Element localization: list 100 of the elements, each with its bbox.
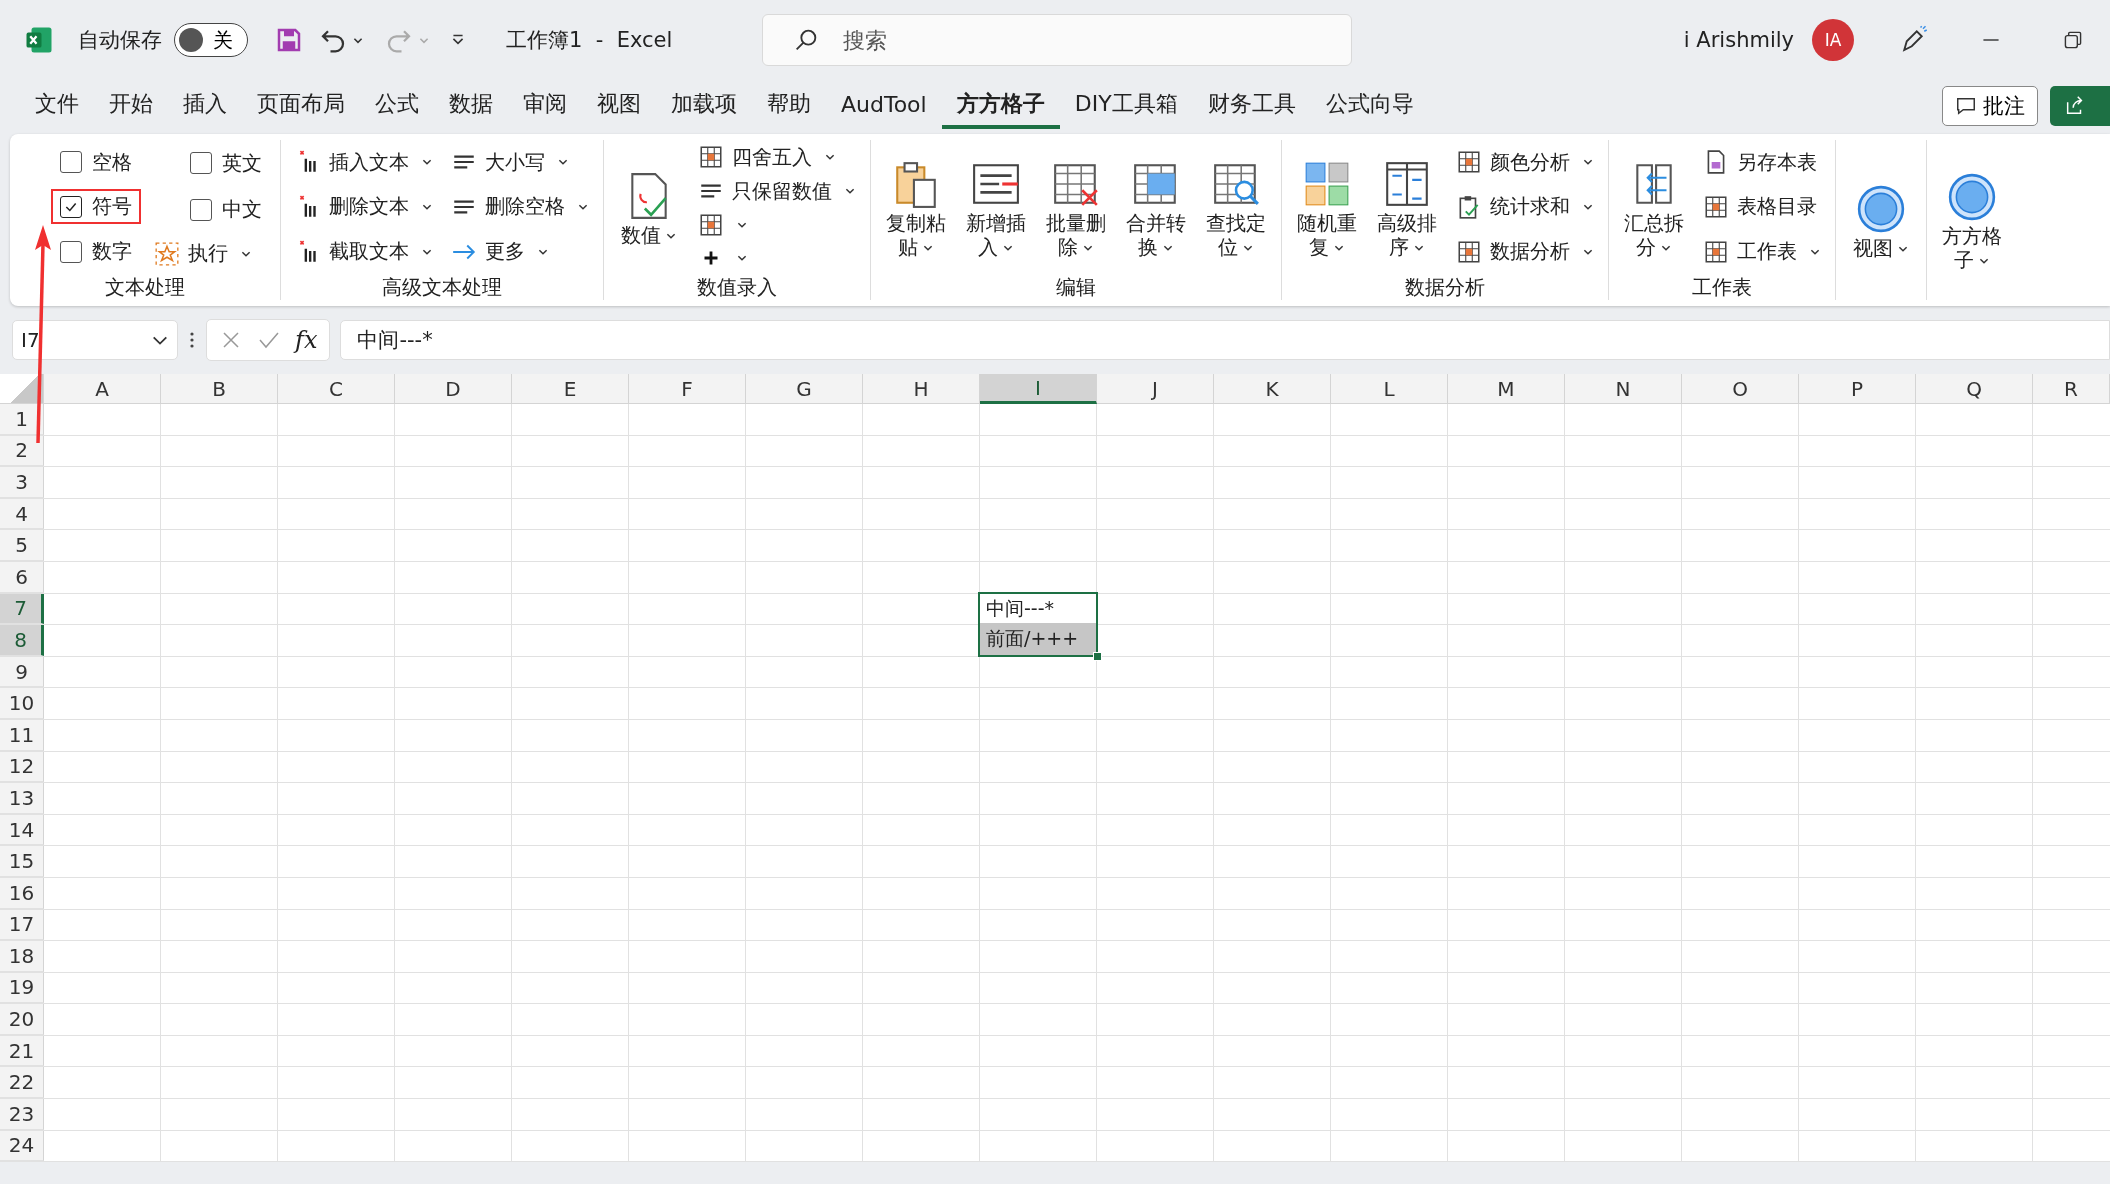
column-header[interactable]: O — [1682, 374, 1799, 404]
ribbon-tab[interactable]: 公式 — [360, 83, 434, 129]
column-header[interactable]: P — [1799, 374, 1916, 404]
ribbon-button[interactable]: 新增插入 — [961, 155, 1031, 259]
ribbon-button[interactable]: 复制粘贴 — [881, 155, 951, 259]
column-header[interactable]: K — [1214, 374, 1331, 404]
column-header[interactable]: R — [2033, 374, 2110, 404]
ribbon-button[interactable]: 表格目录 — [1699, 193, 1821, 221]
ribbon-button[interactable]: 随机重复 — [1292, 155, 1362, 259]
row-header[interactable]: 13 — [0, 783, 44, 814]
ribbon-button[interactable]: 插入文本 — [291, 148, 437, 176]
ribbon-button[interactable]: 工作表 — [1699, 238, 1825, 266]
row-header[interactable]: 20 — [0, 1004, 44, 1035]
row-header[interactable]: 14 — [0, 814, 44, 846]
checkbox[interactable]: 数字 — [52, 235, 140, 269]
ribbon-tab[interactable]: 财务工具 — [1192, 83, 1311, 129]
column-header[interactable]: I — [980, 374, 1097, 404]
checkbox[interactable]: 中文 — [182, 193, 270, 227]
row-header[interactable]: 3 — [0, 467, 44, 498]
user-name[interactable]: i Arishmily — [1683, 28, 1794, 52]
ribbon-button[interactable]: 颜色分析 — [1452, 148, 1598, 176]
ribbon-tab[interactable]: 页面布局 — [242, 83, 360, 129]
ribbon-button[interactable]: 截取文本 — [291, 238, 437, 266]
ribbon-button[interactable]: 执行 — [150, 240, 256, 268]
row-header[interactable]: 2 — [0, 435, 44, 467]
ribbon-button[interactable]: 更多 — [447, 238, 553, 266]
row-header[interactable]: 15 — [0, 846, 44, 877]
column-header[interactable]: E — [512, 374, 629, 404]
column-header[interactable]: M — [1448, 374, 1565, 404]
column-header[interactable]: L — [1331, 374, 1448, 404]
ribbon-button[interactable]: 汇总拆分 — [1619, 155, 1689, 259]
column-header[interactable]: Q — [1916, 374, 2033, 404]
ribbon-button[interactable]: 批量删除 — [1041, 155, 1111, 259]
share-button[interactable] — [2050, 86, 2110, 126]
ribbon-button[interactable]: 只保留数值 — [694, 177, 860, 205]
row-header[interactable]: 16 — [0, 877, 44, 909]
row-header[interactable]: 22 — [0, 1067, 44, 1099]
row-header[interactable]: 11 — [0, 719, 44, 751]
ribbon-button[interactable]: 数据分析 — [1452, 238, 1598, 266]
ribbon-tab[interactable]: 公式向导 — [1310, 83, 1429, 129]
column-header[interactable]: G — [746, 374, 863, 404]
checkbox[interactable]: 空格 — [52, 145, 140, 179]
row-header[interactable]: 5 — [0, 530, 44, 561]
select-all-corner[interactable] — [0, 374, 44, 404]
ribbon-button[interactable]: 方方格子 — [1937, 168, 2007, 272]
row-header[interactable]: 8 — [0, 625, 44, 656]
column-header[interactable]: J — [1097, 374, 1214, 404]
formula-field[interactable]: 中间---* — [340, 320, 2110, 360]
ribbon-tab[interactable]: 方方格子 — [941, 83, 1060, 129]
ribbon-button[interactable]: 大小写 — [447, 148, 573, 176]
column-header[interactable]: D — [395, 374, 512, 404]
checkbox[interactable]: 英文 — [182, 146, 270, 180]
table-cell[interactable]: 中间---* — [978, 591, 1098, 626]
ribbon-tab[interactable]: DIY工具箱 — [1059, 83, 1193, 129]
column-header[interactable]: F — [629, 374, 746, 404]
name-box[interactable]: I7 — [12, 320, 178, 360]
row-header[interactable]: 6 — [0, 561, 44, 593]
search-field[interactable]: 搜索 — [762, 14, 1353, 66]
row-header[interactable]: 24 — [0, 1130, 44, 1162]
ribbon-button[interactable]: 查找定位 — [1201, 155, 1271, 259]
row-header[interactable]: 4 — [0, 498, 44, 530]
avatar[interactable]: IA — [1812, 19, 1854, 61]
row-header[interactable]: 17 — [0, 909, 44, 941]
comment-button[interactable]: 批注 — [1942, 86, 2038, 126]
column-header[interactable]: H — [863, 374, 980, 404]
ribbon-tab[interactable]: 开始 — [94, 83, 168, 129]
insert-function-button[interactable]: fx — [295, 326, 318, 354]
ribbon-tab[interactable]: 加载项 — [656, 83, 752, 129]
column-header[interactable]: B — [161, 374, 278, 404]
row-header[interactable]: 10 — [0, 688, 44, 719]
fill-handle[interactable] — [1093, 651, 1102, 661]
ribbon-button[interactable]: 统计求和 — [1452, 193, 1598, 221]
row-header[interactable]: 1 — [0, 404, 44, 435]
ribbon-tab[interactable]: 文件 — [20, 83, 94, 129]
row-header[interactable]: 7 — [0, 593, 44, 625]
ribbon-tab[interactable]: 数据 — [434, 83, 508, 129]
column-header[interactable]: A — [44, 374, 161, 404]
column-header[interactable]: C — [278, 374, 395, 404]
ribbon-button[interactable]: 删除空格 — [447, 193, 593, 221]
row-header[interactable]: 19 — [0, 972, 44, 1004]
ribbon-tab[interactable]: AudTool — [826, 83, 942, 129]
ribbon-button[interactable]: 四舍五入 — [694, 143, 840, 171]
row-header[interactable]: 9 — [0, 656, 44, 688]
ribbon-button[interactable]: 高级排序 — [1372, 155, 1442, 259]
ribbon-button[interactable]: 视图 — [1846, 180, 1916, 260]
ribbon-button[interactable]: 删除文本 — [291, 193, 437, 221]
ribbon-tab[interactable]: 审阅 — [508, 83, 582, 129]
ribbon-tab[interactable]: 帮助 — [752, 83, 826, 129]
checkbox[interactable]: 符号 — [52, 190, 140, 224]
column-header[interactable]: N — [1565, 374, 1682, 404]
row-header[interactable]: 23 — [0, 1099, 44, 1130]
row-header[interactable]: 12 — [0, 751, 44, 783]
row-header[interactable]: 21 — [0, 1035, 44, 1067]
ribbon-tab[interactable]: 插入 — [168, 83, 242, 129]
ribbon-button[interactable]: 数值 — [614, 167, 684, 247]
table-cell[interactable]: 前面/+++ — [978, 623, 1098, 657]
autosave-toggle[interactable]: 关 — [174, 23, 248, 57]
ribbon-button[interactable]: 另存本表 — [1699, 148, 1821, 176]
ribbon-button[interactable]: 合并转换 — [1121, 155, 1191, 259]
row-header[interactable]: 18 — [0, 941, 44, 972]
